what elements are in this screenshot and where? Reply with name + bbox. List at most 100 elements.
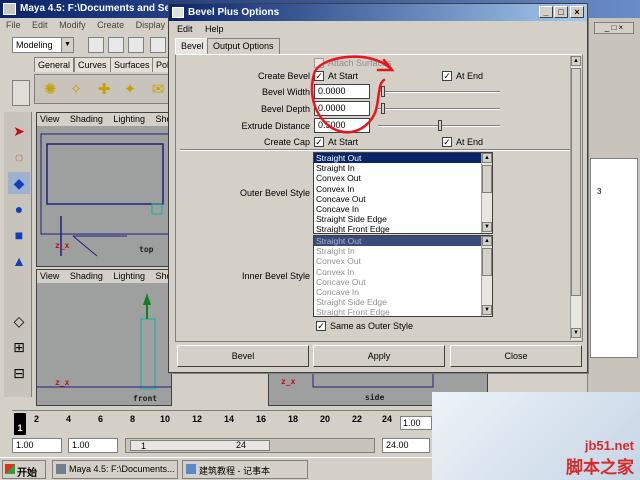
- spot-light-icon[interactable]: ✧: [65, 79, 87, 101]
- vp-menu-view[interactable]: View: [40, 271, 59, 281]
- attach-surfaces-checkbox[interactable]: [314, 58, 324, 68]
- shelf-tab-general[interactable]: General: [34, 57, 75, 72]
- taskbar-item-maya[interactable]: Maya 4.5: F:\Documents...: [52, 460, 178, 479]
- inner-style-item[interactable]: Straight Out: [314, 236, 492, 247]
- scroll-down-icon[interactable]: ▼: [571, 328, 581, 338]
- outer-list-scrollbar[interactable]: ▲ ▼: [481, 153, 492, 233]
- outer-style-item[interactable]: Straight Out: [314, 153, 492, 164]
- scroll-up-icon[interactable]: ▲: [482, 236, 492, 246]
- save-scene-icon[interactable]: [128, 37, 144, 53]
- dialog-menu-edit[interactable]: Edit: [177, 24, 193, 34]
- maximize-icon[interactable]: □: [554, 6, 568, 18]
- menu-file[interactable]: File: [6, 20, 21, 30]
- bevel-width-slider[interactable]: [378, 91, 500, 93]
- viewport-front[interactable]: View Shading Lighting Show front z̲x: [36, 269, 172, 406]
- inner-style-item[interactable]: Convex In: [314, 267, 492, 277]
- outer-style-item[interactable]: Convex In: [314, 184, 492, 194]
- extrude-distance-slider-thumb[interactable]: [438, 120, 442, 131]
- scroll-thumb[interactable]: [571, 68, 581, 296]
- create-bevel-at-end-checkbox[interactable]: ✓: [442, 71, 452, 81]
- channel-list[interactable]: 3: [590, 158, 638, 358]
- point-light-icon[interactable]: ✚: [93, 79, 115, 101]
- shelf-menu-icon[interactable]: [12, 80, 30, 106]
- manipulator-tool-icon[interactable]: ▲: [8, 250, 30, 272]
- outer-bevel-style-list[interactable]: Straight Out Straight In Convex Out Conv…: [313, 152, 493, 234]
- bevel-width-slider-thumb[interactable]: [381, 86, 385, 97]
- end-time-field[interactable]: 24.00: [382, 438, 430, 453]
- bevel-button[interactable]: Bevel: [177, 345, 309, 367]
- mode-select[interactable]: Modeling ▼: [12, 37, 74, 53]
- close-icon[interactable]: ×: [570, 6, 584, 18]
- light-icon[interactable]: ✺: [39, 79, 61, 101]
- taskbar-item-notepad[interactable]: 建筑教程 - 记事本: [182, 460, 308, 479]
- tab-bevel[interactable]: Bevel: [175, 38, 210, 54]
- single-view-layout-icon[interactable]: ◇: [8, 310, 30, 332]
- range-slider-bar[interactable]: 1 24: [125, 438, 375, 453]
- current-time-field[interactable]: 1.00: [400, 416, 432, 430]
- inner-bevel-style-list[interactable]: Straight Out Straight In Convex Out Conv…: [313, 235, 493, 317]
- shelf-tab-curves[interactable]: Curves: [74, 57, 111, 72]
- vp-menu-lighting[interactable]: Lighting: [113, 114, 145, 124]
- bevel-depth-slider[interactable]: [378, 108, 500, 110]
- outer-style-item[interactable]: Concave In: [314, 204, 492, 214]
- scroll-up-icon[interactable]: ▲: [482, 153, 492, 163]
- tab-output-options[interactable]: Output Options: [207, 38, 280, 54]
- vp-menu-shading[interactable]: Shading: [70, 271, 103, 281]
- outer-style-item[interactable]: Concave Out: [314, 194, 492, 204]
- start-button[interactable]: 开始: [2, 460, 46, 479]
- menu-modify[interactable]: Modify: [59, 20, 86, 30]
- area-light-icon[interactable]: ✦: [119, 79, 141, 101]
- panel-scrollbar[interactable]: ▲ ▼: [570, 56, 581, 340]
- new-scene-icon[interactable]: [88, 37, 104, 53]
- lasso-tool-icon[interactable]: ◌: [8, 146, 30, 168]
- time-slider[interactable]: 1 2 4 6 8 10 12 14 16 18 20 22 24: [12, 410, 432, 438]
- create-cap-at-end-checkbox[interactable]: ✓: [442, 137, 452, 147]
- chevron-down-icon[interactable]: ▼: [61, 38, 73, 52]
- scroll-down-icon[interactable]: ▼: [482, 305, 492, 315]
- open-scene-icon[interactable]: [108, 37, 124, 53]
- minimize-icon[interactable]: _: [539, 6, 553, 18]
- apply-button[interactable]: Apply: [313, 345, 445, 367]
- menu-create[interactable]: Create: [97, 20, 124, 30]
- vp-menu-lighting[interactable]: Lighting: [113, 271, 145, 281]
- four-view-layout-icon[interactable]: ⊞: [8, 336, 30, 358]
- menu-display[interactable]: Display: [136, 20, 166, 30]
- extrude-distance-field[interactable]: 0.5000: [314, 118, 370, 133]
- outer-style-item[interactable]: Straight Side Edge: [314, 214, 492, 224]
- scroll-up-icon[interactable]: ▲: [571, 56, 581, 66]
- move-tool-icon[interactable]: ◆: [8, 172, 30, 194]
- dialog-menu-help[interactable]: Help: [205, 24, 224, 34]
- volume-light-icon[interactable]: ✉: [147, 79, 169, 101]
- playback-start-field[interactable]: 1.00: [68, 438, 118, 453]
- inner-style-item[interactable]: Convex Out: [314, 256, 492, 266]
- inner-list-scrollbar[interactable]: ▲ ▼: [481, 236, 492, 316]
- window-controls[interactable]: _ □ ×: [594, 22, 634, 34]
- shelf-tab-surfaces[interactable]: Surfaces: [110, 57, 154, 72]
- outer-style-item[interactable]: Straight Front Edge: [314, 224, 492, 233]
- bevel-depth-slider-thumb[interactable]: [381, 103, 385, 114]
- scale-tool-icon[interactable]: ■: [8, 224, 30, 246]
- two-view-layout-icon[interactable]: ⊟: [8, 362, 30, 384]
- select-tool-icon[interactable]: ➤: [8, 120, 30, 142]
- inner-style-item[interactable]: Concave Out: [314, 277, 492, 287]
- menu-edit[interactable]: Edit: [32, 20, 48, 30]
- outer-style-item[interactable]: Straight In: [314, 163, 492, 173]
- current-frame-marker[interactable]: 1: [14, 413, 26, 435]
- same-as-outer-checkbox[interactable]: ✓: [316, 321, 326, 331]
- outer-style-item[interactable]: Convex Out: [314, 173, 492, 183]
- scroll-down-icon[interactable]: ▼: [482, 222, 492, 232]
- close-button[interactable]: Close: [450, 345, 582, 367]
- viewport-top[interactable]: View Shading Lighting Show top z̲x: [36, 112, 172, 267]
- vp-menu-shading[interactable]: Shading: [70, 114, 103, 124]
- start-time-field[interactable]: 1.00: [12, 438, 62, 453]
- inner-style-item[interactable]: Straight In: [314, 246, 492, 256]
- inner-style-item[interactable]: Concave In: [314, 287, 492, 297]
- inner-style-item[interactable]: Straight Side Edge: [314, 297, 492, 307]
- inner-style-item[interactable]: Straight Front Edge: [314, 307, 492, 316]
- rotate-tool-icon[interactable]: ●: [8, 198, 30, 220]
- select-mode-icon[interactable]: [150, 37, 166, 53]
- bevel-depth-field[interactable]: 0.0000: [314, 101, 370, 116]
- create-bevel-at-start-checkbox[interactable]: ✓: [314, 71, 324, 81]
- channel-box-icons[interactable]: [592, 40, 636, 70]
- vp-menu-view[interactable]: View: [40, 114, 59, 124]
